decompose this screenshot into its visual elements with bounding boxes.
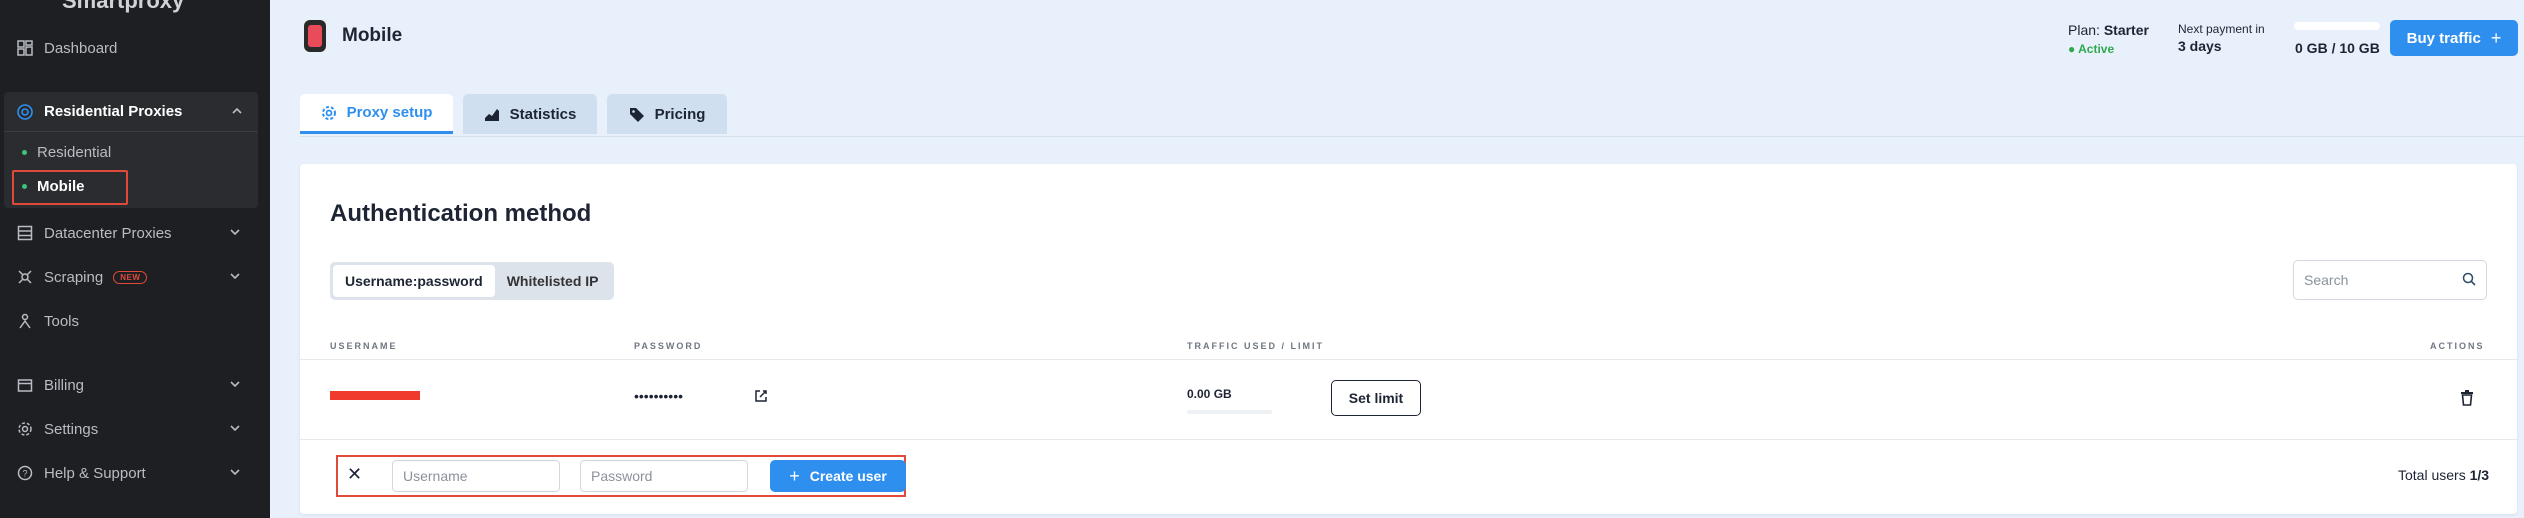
close-icon[interactable]: ✕ bbox=[347, 464, 362, 485]
plan-label: Plan: bbox=[2068, 22, 2100, 38]
mobile-phone-icon bbox=[304, 20, 326, 52]
new-badge: NEW bbox=[113, 270, 148, 284]
page-header: Mobile bbox=[304, 20, 402, 52]
gear-icon bbox=[321, 105, 337, 121]
logo[interactable]: Smartproxy bbox=[62, 0, 184, 14]
chevron-up-icon bbox=[230, 104, 244, 122]
plus-icon: + bbox=[2490, 27, 2502, 48]
tab-label: Proxy setup bbox=[346, 104, 433, 121]
plan-name: Starter bbox=[2103, 22, 2149, 38]
tab-proxy-setup[interactable]: Proxy setup bbox=[300, 94, 453, 134]
tag-icon bbox=[629, 106, 645, 122]
plan-info: Plan: Starter ● Active bbox=[2068, 22, 2149, 56]
sidebar-item-dashboard[interactable]: Dashboard bbox=[0, 28, 270, 68]
sidebar-subitem-residential[interactable]: Residential bbox=[22, 144, 111, 161]
table-header-divider bbox=[300, 359, 2517, 360]
sidebar-item-help-support[interactable]: ? Help & Support bbox=[0, 453, 270, 493]
target-icon bbox=[16, 103, 34, 121]
traffic-progress-bar bbox=[2294, 22, 2380, 30]
spider-icon bbox=[16, 268, 34, 286]
traffic-used-value: 0.00 GB bbox=[1187, 387, 1232, 401]
plan-status: ● Active bbox=[2068, 42, 2115, 56]
username-input[interactable]: Username bbox=[392, 460, 560, 492]
auth-method-toggle: Username:password Whitelisted IP bbox=[330, 262, 614, 300]
mobile-highlight-box bbox=[12, 170, 128, 205]
sidebar-item-scraping[interactable]: Scraping NEW bbox=[0, 257, 270, 297]
sidebar-item-label: Help & Support bbox=[44, 464, 146, 482]
search-placeholder: Search bbox=[2304, 272, 2349, 288]
sidebar-subitem-label: Residential bbox=[37, 144, 112, 161]
status-dot bbox=[22, 150, 27, 155]
chevron-down-icon bbox=[228, 269, 244, 285]
chart-icon bbox=[484, 106, 500, 122]
sidebar-item-tools[interactable]: Tools bbox=[0, 301, 270, 341]
password-masked: •••••••••• bbox=[634, 388, 684, 404]
chevron-down-icon bbox=[228, 421, 244, 437]
svg-text:?: ? bbox=[22, 469, 27, 479]
dashboard-icon bbox=[16, 39, 34, 57]
sidebar-item-label: Residential Proxies bbox=[44, 103, 183, 120]
page-title: Mobile bbox=[342, 25, 403, 46]
sidebar-item-datacenter-proxies[interactable]: Datacenter Proxies bbox=[0, 213, 270, 253]
sidebar: Smartproxy Dashboard Residential Proxies… bbox=[0, 0, 270, 518]
help-icon: ? bbox=[16, 464, 34, 482]
chevron-down-icon bbox=[228, 377, 244, 393]
card-title: Authentication method bbox=[330, 200, 592, 227]
auth-option-whitelisted-ip[interactable]: Whitelisted IP bbox=[495, 265, 611, 297]
buy-traffic-label: Buy traffic bbox=[2406, 29, 2481, 47]
billing-icon bbox=[16, 376, 34, 394]
buy-traffic-button[interactable]: Buy traffic + bbox=[2390, 20, 2518, 56]
trash-icon[interactable] bbox=[2460, 390, 2474, 411]
column-header-actions: ACTIONS bbox=[2430, 341, 2485, 351]
column-header-username: USERNAME bbox=[330, 341, 398, 351]
sidebar-item-label: Billing bbox=[44, 376, 85, 394]
person-icon bbox=[16, 312, 34, 330]
gear-icon bbox=[16, 420, 34, 438]
next-payment-label: Next payment in bbox=[2178, 22, 2265, 36]
sidebar-item-label: Tools bbox=[44, 312, 80, 330]
chevron-down-icon bbox=[228, 465, 244, 481]
total-users-value: 1/3 bbox=[2469, 467, 2490, 483]
password-placeholder: Password bbox=[591, 468, 653, 484]
total-users: Total users 1/3 bbox=[2398, 467, 2489, 483]
tab-pricing[interactable]: Pricing bbox=[607, 94, 727, 134]
sidebar-item-label: Settings bbox=[44, 420, 99, 438]
next-payment-value: 3 days bbox=[2178, 38, 2222, 54]
password-input[interactable]: Password bbox=[580, 460, 748, 492]
sidebar-item-billing[interactable]: Billing bbox=[0, 365, 270, 405]
table-row-divider bbox=[300, 439, 2517, 440]
column-header-traffic: TRAFFIC USED / LIMIT bbox=[1187, 341, 1324, 351]
traffic-used-text: 0 GB / 10 GB bbox=[2295, 40, 2380, 56]
sidebar-item-label: Scraping bbox=[44, 268, 104, 286]
traffic-usage-bar bbox=[1187, 410, 1272, 414]
sidebar-item-settings[interactable]: Settings bbox=[0, 409, 270, 449]
search-icon bbox=[2462, 272, 2476, 289]
create-user-label: Create user bbox=[809, 468, 887, 484]
auth-option-username-password[interactable]: Username:password bbox=[333, 265, 495, 297]
tabs-divider bbox=[300, 136, 2524, 137]
edit-icon[interactable] bbox=[754, 389, 768, 408]
tab-statistics[interactable]: Statistics bbox=[463, 94, 597, 134]
total-users-label: Total users bbox=[2398, 467, 2466, 483]
sidebar-item-label: Datacenter Proxies bbox=[44, 224, 172, 242]
search-input[interactable]: Search bbox=[2293, 260, 2487, 300]
plan-status-text: Active bbox=[2078, 42, 2115, 56]
sidebar-item-residential-proxies[interactable]: Residential Proxies bbox=[4, 92, 258, 132]
set-limit-button[interactable]: Set limit bbox=[1331, 380, 1421, 416]
chevron-down-icon bbox=[228, 225, 244, 241]
redacted-username bbox=[330, 391, 420, 400]
server-icon bbox=[16, 224, 34, 242]
create-user-button[interactable]: + Create user bbox=[770, 460, 906, 492]
authentication-card: Authentication method Username:password … bbox=[300, 164, 2517, 514]
sidebar-item-label: Dashboard bbox=[44, 39, 118, 57]
plus-icon: + bbox=[789, 465, 800, 486]
tab-label: Statistics bbox=[509, 105, 577, 123]
tab-label: Pricing bbox=[654, 105, 706, 123]
username-placeholder: Username bbox=[403, 468, 468, 484]
next-payment-info: Next payment in 3 days bbox=[2178, 22, 2265, 54]
column-header-password: PASSWORD bbox=[634, 341, 703, 351]
